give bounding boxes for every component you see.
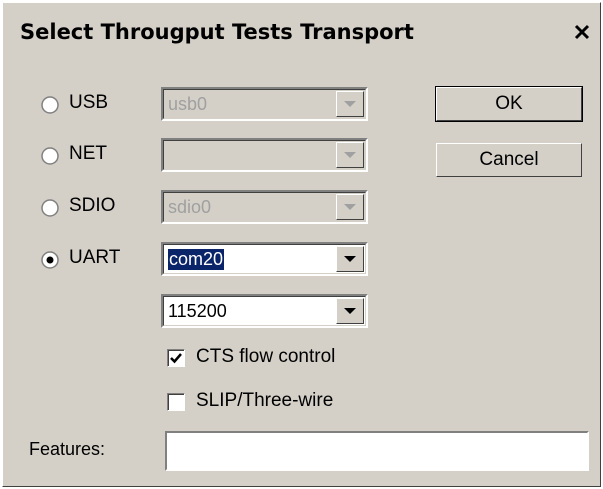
baud-rate-combo[interactable]: 115200 (161, 294, 368, 328)
sdio-device-value: sdio0 (168, 197, 212, 217)
radio-uart-label: UART (69, 247, 121, 268)
usb-device-combo[interactable]: usb0 (161, 87, 368, 121)
cancel-button[interactable]: Cancel (436, 143, 582, 177)
net-dropdown-button[interactable] (336, 142, 364, 168)
baud-rate-dropdown-button[interactable] (336, 298, 364, 324)
radio-sdio[interactable] (41, 199, 59, 217)
baud-rate-value: 115200 (168, 301, 227, 321)
radio-usb-label: USB (69, 92, 109, 113)
uart-port-dropdown-button[interactable] (336, 246, 364, 272)
uart-port-value: com20 (168, 249, 225, 270)
cts-flow-control-checkbox[interactable] (167, 349, 185, 367)
features-input[interactable] (165, 431, 589, 471)
usb-dropdown-button[interactable] (336, 91, 364, 117)
radio-uart[interactable] (41, 251, 59, 269)
radio-net[interactable] (41, 147, 59, 165)
radio-sdio-label: SDIO (69, 195, 116, 216)
chevron-down-icon (344, 307, 356, 314)
slip-three-wire-label: SLIP/Three-wire (196, 390, 334, 411)
features-label: Features: (29, 439, 106, 459)
checkmark-icon (170, 353, 182, 364)
chevron-down-icon (344, 100, 356, 107)
chevron-down-icon (344, 203, 356, 210)
radio-net-label: NET (69, 143, 107, 164)
sdio-dropdown-button[interactable] (336, 194, 364, 220)
net-device-combo[interactable] (161, 138, 368, 172)
uart-port-combo[interactable]: com20 (161, 242, 368, 276)
chevron-down-icon (344, 255, 356, 262)
cts-flow-control-label: CTS flow control (196, 346, 336, 367)
dialog-body: USB usb0 NET SDIO sdio0 UART com20 11520… (3, 3, 600, 486)
chevron-down-icon (344, 151, 356, 158)
slip-three-wire-checkbox[interactable] (167, 393, 185, 411)
dialog-window: Select Througput Tests Transport USB usb… (2, 2, 601, 487)
ok-button[interactable]: OK (435, 86, 583, 122)
sdio-device-combo[interactable]: sdio0 (161, 190, 368, 224)
radio-usb[interactable] (41, 96, 59, 114)
usb-device-value: usb0 (168, 94, 208, 114)
